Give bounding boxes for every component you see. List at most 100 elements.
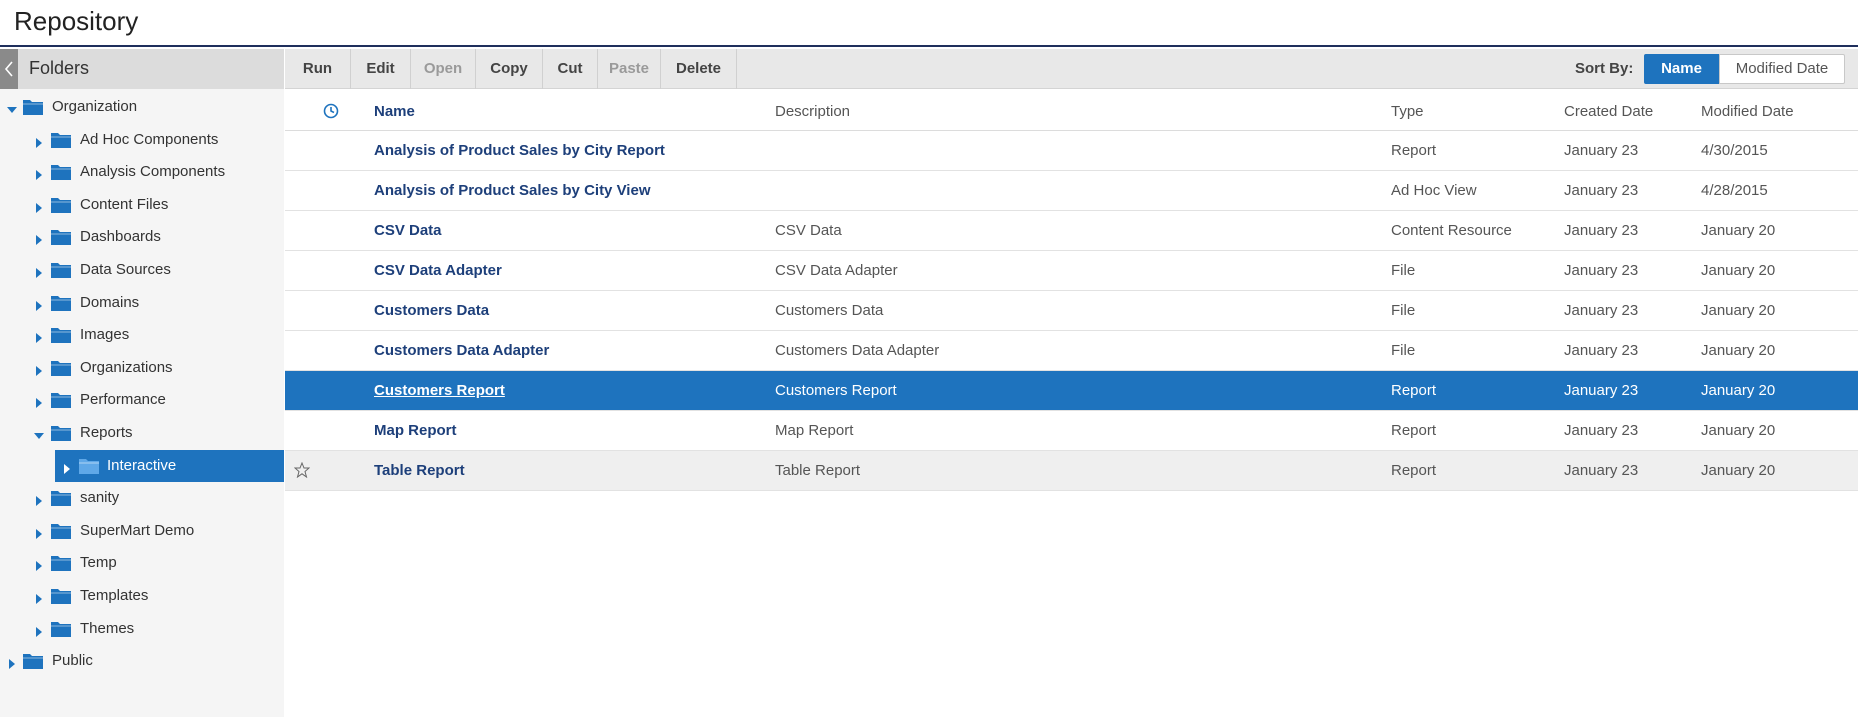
resource-created-date: January 23	[1564, 142, 1639, 159]
resource-modified-date: January 20	[1701, 302, 1776, 319]
caret-down-icon[interactable]	[34, 428, 44, 439]
caret-down-icon[interactable]	[7, 102, 17, 113]
tree-item-data-sources[interactable]: Data Sources	[0, 254, 284, 286]
caret-right-icon[interactable]	[34, 232, 44, 246]
tree-item-label: Domains	[80, 293, 140, 311]
caret-right-icon[interactable]	[34, 526, 44, 539]
tree-item-supermart-demo[interactable]: SuperMart Demo	[0, 515, 284, 547]
folder-icon	[50, 163, 72, 181]
resource-name-link[interactable]: Analysis of Product Sales by City View	[374, 182, 650, 199]
chevron-left-icon	[4, 61, 13, 77]
caret-right-icon[interactable]	[34, 624, 44, 637]
caret-right-icon[interactable]	[34, 493, 44, 507]
caret-right-icon[interactable]	[34, 395, 44, 409]
caret-right-icon[interactable]	[7, 656, 17, 670]
tree-item-templates[interactable]: Templates	[0, 580, 284, 612]
edit-button[interactable]: Edit	[351, 49, 411, 89]
resource-created-date: January 23	[1564, 422, 1639, 439]
collapse-panel-button[interactable]	[0, 49, 18, 89]
folder-icon	[50, 620, 72, 638]
resource-name-link[interactable]: Customers Data	[374, 302, 489, 319]
folder-icon	[50, 522, 72, 540]
repository-table: Name Description Type Created Date Modif…	[285, 91, 1858, 491]
tree-item-domains[interactable]: Domains	[0, 287, 284, 319]
caret-right-icon[interactable]	[34, 265, 44, 278]
tree-item-themes[interactable]: Themes	[0, 613, 284, 645]
folder-icon	[22, 652, 44, 670]
folder-icon	[50, 196, 72, 214]
resource-modified-date: January 20	[1701, 342, 1776, 359]
resource-type: File	[1391, 342, 1416, 359]
cut-button[interactable]: Cut	[543, 49, 598, 89]
tree-item-images[interactable]: Images	[0, 319, 284, 351]
caret-right-icon[interactable]	[34, 330, 44, 344]
tree-item-label: Public	[52, 652, 93, 670]
tree-item-reports[interactable]: Reports	[0, 417, 284, 449]
caret-right-icon[interactable]	[34, 363, 44, 376]
open-button[interactable]: Open	[411, 49, 476, 89]
copy-button[interactable]: Copy	[476, 49, 543, 89]
resource-name-link[interactable]: Map Report	[374, 422, 457, 439]
tree-item-label: Images	[80, 326, 130, 344]
resource-type: Content Resource	[1391, 222, 1512, 239]
table-row[interactable]: Customers Report Customers Report Report Ja…	[285, 371, 1858, 411]
tree-item-interactive[interactable]: Interactive	[55, 449, 284, 482]
resource-type: Report	[1391, 462, 1437, 479]
tree-item-content-files[interactable]: Content Files	[0, 189, 284, 221]
caret-right-icon[interactable]	[34, 135, 44, 148]
tree-item-label: Temp	[80, 554, 117, 572]
caret-right-icon[interactable]	[34, 558, 44, 572]
sort-by-name-button[interactable]: Name	[1644, 54, 1719, 84]
caret-right-icon[interactable]	[62, 461, 72, 474]
tree-item-label: Organizations	[80, 358, 173, 376]
folder-icon	[50, 261, 72, 279]
delete-button[interactable]: Delete	[661, 49, 737, 89]
tree-item-performance[interactable]: Performance	[0, 384, 284, 416]
table-row[interactable]: Map Report Map Report Report January 23 Janu…	[285, 411, 1858, 451]
table-row[interactable]: CSV Data Adapter CSV Data Adapter File Janu…	[285, 251, 1858, 291]
caret-right-icon[interactable]	[34, 200, 44, 213]
resource-description: Customers Report	[775, 382, 897, 399]
table-row[interactable]: Analysis of Product Sales by City View Ad…	[285, 171, 1858, 211]
resource-name-link[interactable]: Customers Report	[374, 382, 505, 399]
tree-item-temp[interactable]: Temp	[0, 547, 284, 579]
resource-name-link[interactable]: CSV Data Adapter	[374, 262, 502, 279]
paste-button[interactable]: Paste	[598, 49, 661, 89]
resource-name-link[interactable]: Analysis of Product Sales by City Report	[374, 142, 665, 159]
resource-modified-date: January 20	[1701, 382, 1776, 399]
table-header: Name Description Type Created Date Modif…	[285, 91, 1858, 131]
table-row[interactable]: Table Report Table Report Report January 23…	[285, 451, 1858, 491]
resource-type: Report	[1391, 142, 1437, 159]
resource-type: Report	[1391, 422, 1437, 439]
column-header-name[interactable]: Name	[374, 103, 415, 120]
table-row[interactable]: Customers Data Adapter Customers Data Ada…	[285, 331, 1858, 371]
sort-by-modified-date-button[interactable]: Modified Date	[1719, 54, 1845, 84]
tree-item-public[interactable]: Public	[0, 645, 284, 677]
tree-item-ad-hoc-components[interactable]: Ad Hoc Components	[0, 124, 284, 156]
table-row[interactable]: CSV Data CSV Data Content Resource January …	[285, 211, 1858, 251]
caret-right-icon[interactable]	[34, 591, 44, 604]
tree-item-organizations[interactable]: Organizations	[0, 352, 284, 384]
resource-created-date: January 23	[1564, 342, 1639, 359]
clock-icon[interactable]	[323, 103, 339, 119]
tree-item-label: sanity	[80, 489, 120, 507]
folder-icon	[50, 131, 72, 149]
tree-item-label: Organization	[52, 98, 138, 115]
folder-icon	[50, 587, 72, 605]
tree-item-sanity[interactable]: sanity	[0, 482, 284, 514]
resource-name-link[interactable]: Customers Data Adapter	[374, 342, 549, 359]
caret-right-icon[interactable]	[34, 298, 44, 311]
tree-item-analysis-components[interactable]: Analysis Components	[0, 156, 284, 188]
table-row[interactable]: Customers Data Customers Data File January …	[285, 291, 1858, 331]
run-button[interactable]: Run	[285, 49, 351, 89]
caret-right-icon[interactable]	[34, 167, 44, 181]
tree-item-label: Analysis Components	[80, 163, 226, 181]
tree-item-dashboards[interactable]: Dashboards	[0, 221, 284, 253]
resource-description: Table Report	[775, 462, 861, 479]
resource-name-link[interactable]: Table Report	[374, 462, 465, 479]
table-row[interactable]: Analysis of Product Sales by City Report…	[285, 131, 1858, 171]
star-icon[interactable]	[294, 462, 310, 478]
resource-type: Ad Hoc View	[1391, 182, 1477, 199]
tree-item-organization[interactable]: Organization	[0, 91, 284, 123]
resource-name-link[interactable]: CSV Data	[374, 222, 442, 239]
